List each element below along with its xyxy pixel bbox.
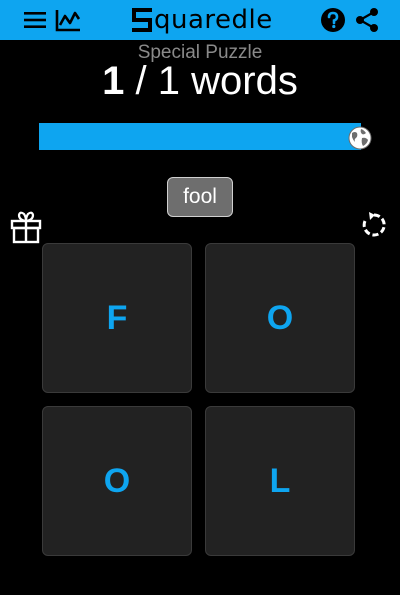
gift-icon[interactable] bbox=[9, 210, 43, 244]
total-count: 1 bbox=[157, 59, 181, 103]
globe-icon[interactable] bbox=[348, 126, 372, 150]
logo: quaredle bbox=[130, 2, 273, 38]
logo-square-s-icon bbox=[132, 8, 152, 32]
menu-icon[interactable] bbox=[20, 0, 50, 40]
word-count: 1 / 1 words bbox=[0, 58, 400, 104]
stats-icon[interactable] bbox=[53, 0, 83, 40]
progress-bar bbox=[39, 123, 361, 150]
logo-text: quaredle bbox=[154, 5, 273, 35]
letter-tile[interactable]: O bbox=[42, 406, 192, 556]
current-word-chip: fool bbox=[167, 177, 233, 217]
count-unit: words bbox=[191, 59, 298, 103]
letter-tile[interactable]: F bbox=[42, 243, 192, 393]
share-icon[interactable] bbox=[352, 0, 382, 40]
found-count: 1 bbox=[102, 59, 125, 103]
letter-tile[interactable]: O bbox=[205, 243, 355, 393]
progress-fill bbox=[39, 123, 361, 150]
count-separator: / bbox=[135, 59, 147, 103]
help-icon[interactable] bbox=[318, 0, 348, 40]
top-bar: quaredle bbox=[0, 0, 400, 40]
rotate-icon[interactable] bbox=[360, 211, 388, 239]
letter-tile[interactable]: L bbox=[205, 406, 355, 556]
